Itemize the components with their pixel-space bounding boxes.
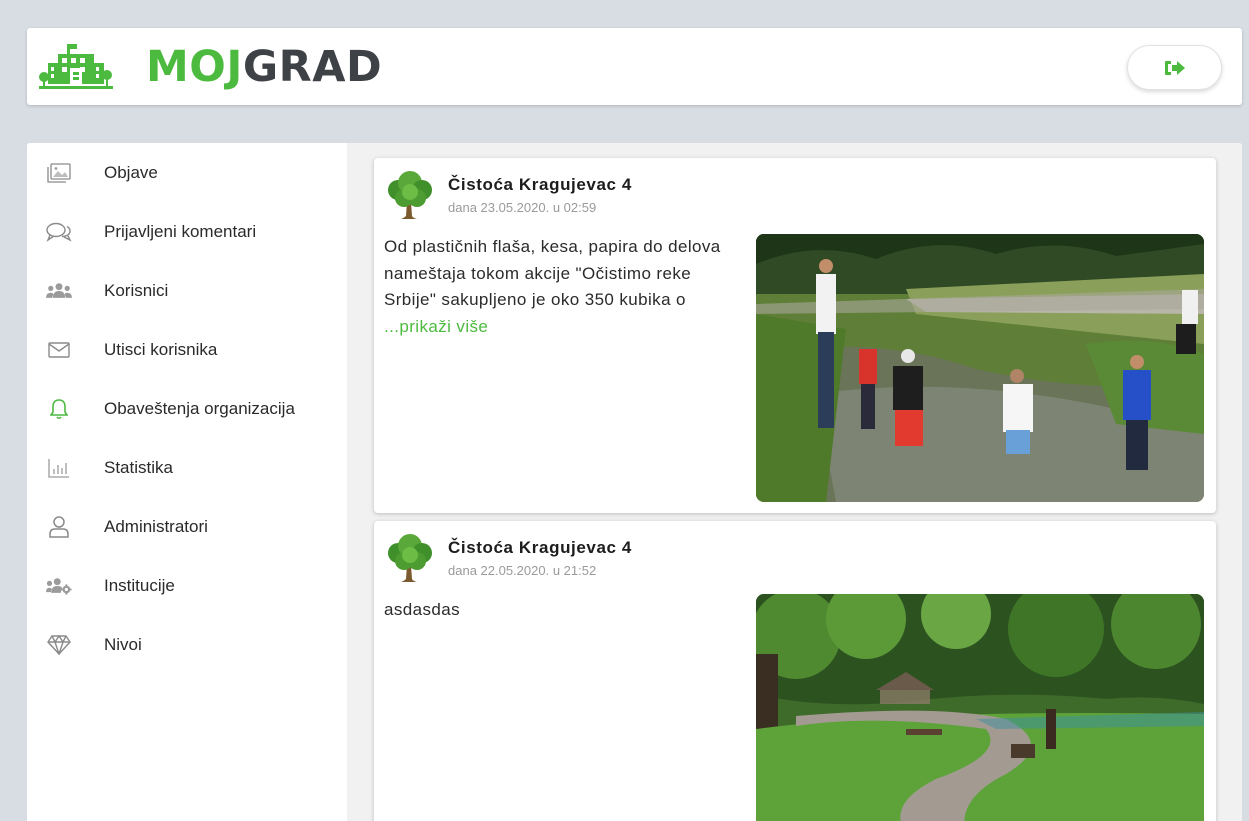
post-text-body: asdasdas (384, 600, 460, 619)
image-icon (46, 160, 72, 186)
main-panel: Objave Prijavljeni komentari Korisnici U… (27, 143, 1242, 821)
sidebar-item-label: Utisci korisnika (104, 340, 218, 359)
post-image[interactable] (756, 594, 1204, 821)
posts-feed[interactable]: Čistoća Kragujevac 4 dana 23.05.2020. u … (347, 143, 1242, 821)
sidebar-item-label: Objave (104, 163, 158, 182)
sidebar-item-label: Obaveštenja organizacija (104, 399, 295, 418)
post-author[interactable]: Čistoća Kragujevac 4 (448, 538, 632, 558)
sidebar-item-label: Institucije (104, 576, 175, 595)
sidebar-item-korisnici[interactable]: Korisnici (27, 266, 347, 316)
sidebar-item-label: Statistika (104, 458, 173, 477)
users-icon (46, 278, 72, 304)
bar-chart-icon (46, 455, 72, 481)
tree-avatar-icon (388, 534, 432, 582)
bell-icon (46, 396, 72, 422)
sidebar: Objave Prijavljeni komentari Korisnici U… (27, 143, 347, 821)
app-header: MOJGRAD (27, 28, 1242, 105)
sidebar-item-statistika[interactable]: Statistika (27, 443, 347, 493)
logout-button[interactable] (1127, 45, 1222, 90)
sidebar-item-nivoi[interactable]: Nivoi (27, 620, 347, 670)
sidebar-item-label: Nivoi (104, 635, 142, 654)
post-date: dana 22.05.2020. u 21:52 (448, 563, 597, 578)
sidebar-item-utisci-korisnika[interactable]: Utisci korisnika (27, 325, 347, 375)
tree-avatar-icon (388, 171, 432, 219)
brand-logo-part1: MOJ (146, 42, 243, 92)
post-image[interactable] (756, 234, 1204, 502)
sidebar-item-label: Prijavljeni komentari (104, 222, 257, 241)
envelope-icon (46, 337, 72, 363)
sidebar-item-prijavljeni-komentari[interactable]: Prijavljeni komentari (27, 207, 347, 257)
sidebar-item-label: Korisnici (104, 281, 169, 300)
post-text: Od plastičnih flaša, kesa, papira do del… (384, 234, 734, 340)
post-text: asdasdas (384, 597, 734, 624)
sidebar-item-label: Administratori (104, 517, 208, 536)
sidebar-item-administratori[interactable]: Administratori (27, 502, 347, 552)
post-author[interactable]: Čistoća Kragujevac 4 (448, 175, 632, 195)
post-card: Čistoća Kragujevac 4 dana 22.05.2020. u … (374, 521, 1216, 821)
sidebar-item-institucije[interactable]: Institucije (27, 561, 347, 611)
diamond-icon (46, 632, 72, 658)
post-date: dana 23.05.2020. u 02:59 (448, 200, 597, 215)
users-cog-icon (46, 573, 72, 599)
city-logo-icon (39, 44, 113, 89)
show-more-link[interactable]: ...prikaži više (384, 317, 488, 336)
brand-logo-part2: GRAD (242, 42, 383, 92)
brand-logo[interactable]: MOJGRAD (146, 42, 382, 92)
sign-out-icon (1164, 60, 1185, 75)
sidebar-item-obavestenja-organizacija[interactable]: Obaveštenja organizacija (27, 384, 347, 434)
user-icon (46, 514, 72, 540)
sidebar-item-objave[interactable]: Objave (27, 148, 347, 198)
post-text-body: Od plastičnih flaša, kesa, papira do del… (384, 237, 721, 309)
comments-icon (46, 219, 72, 245)
post-card: Čistoća Kragujevac 4 dana 23.05.2020. u … (374, 158, 1216, 513)
